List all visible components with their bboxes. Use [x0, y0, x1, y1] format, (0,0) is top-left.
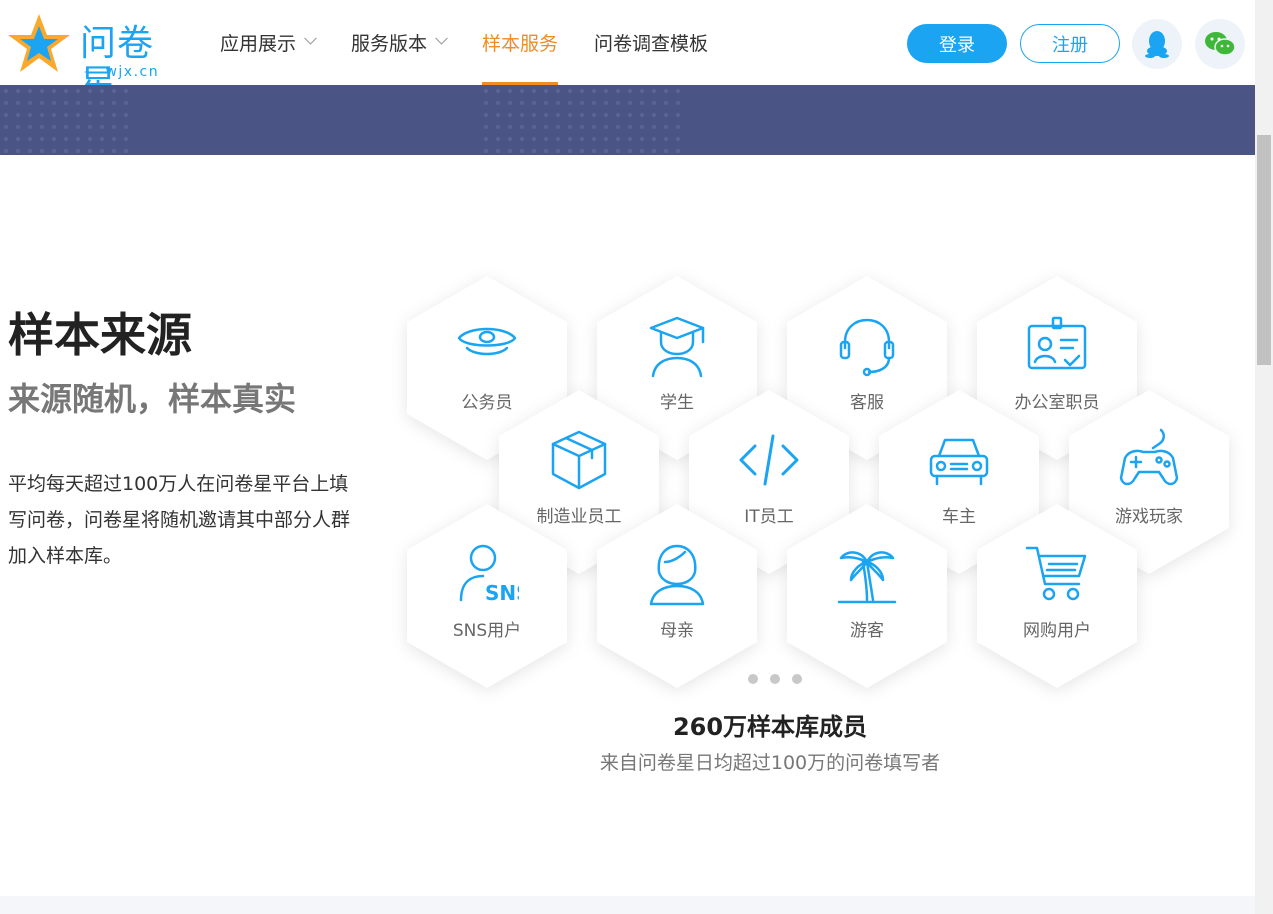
carousel-indicator — [748, 674, 802, 684]
login-button[interactable]: 登录 — [907, 24, 1007, 63]
site-header: 问卷星 — wjx.cn — 应用展示 服务版本 样本服务 问卷调查模板 登录 … — [0, 0, 1255, 104]
box-icon — [551, 430, 607, 490]
nav-item-apps[interactable]: 应用展示 — [220, 0, 317, 85]
carousel-dot[interactable] — [748, 674, 758, 684]
stat-subtitle: 来自问卷星日均超过100万的问卷填写者 — [599, 752, 941, 774]
nav-item-plans[interactable]: 服务版本 — [351, 0, 448, 85]
banner-pattern — [0, 85, 680, 155]
carousel-dot[interactable] — [770, 674, 780, 684]
qq-icon — [1145, 31, 1169, 58]
hero-banner — [0, 85, 1255, 155]
stat-title: 260万样本库成员 — [672, 713, 868, 741]
page: 问卷星 — wjx.cn — 应用展示 服务版本 样本服务 问卷调查模板 登录 … — [0, 0, 1273, 914]
mother-icon — [649, 544, 705, 606]
section-description: 平均每天超过100万人在问卷星平台上填写问卷，问卷星将随机邀请其中部分人群加入样… — [8, 473, 351, 567]
id-card-icon — [1027, 316, 1087, 370]
cart-icon — [1025, 546, 1087, 601]
hex-label: 游客 — [850, 621, 884, 641]
hex-label: 母亲 — [660, 621, 694, 641]
nav-item-sample-service[interactable]: 样本服务 — [482, 0, 559, 85]
hex-card-tourist: 游客 — [787, 504, 947, 688]
graduate-icon — [649, 316, 705, 378]
wechat-button[interactable] — [1195, 19, 1245, 69]
next-section-band — [0, 896, 1255, 914]
main-nav: 应用展示 服务版本 样本服务 问卷调查模板 — [220, 0, 744, 85]
officer-cap-icon — [457, 327, 517, 356]
section-subtitle: 来源随机，样本真实 — [8, 380, 297, 418]
car-icon — [929, 438, 989, 486]
hex-label: SNS用户 — [452, 621, 522, 641]
gamepad-icon — [1119, 428, 1179, 486]
code-icon — [739, 434, 799, 486]
hex-label: 网购用户 — [1023, 621, 1091, 641]
wechat-icon — [1205, 32, 1235, 56]
chevron-down-icon — [435, 31, 448, 45]
section-title: 样本来源 — [8, 308, 192, 362]
logo[interactable]: 问卷星 — wjx.cn — — [6, 12, 176, 104]
hex-card-online-shopper: 网购用户 — [977, 504, 1137, 688]
sns-user-icon: SNS — [459, 544, 519, 605]
star-logo-icon — [8, 14, 70, 72]
carousel-dot[interactable] — [792, 674, 802, 684]
page-scrollbar[interactable] — [1255, 0, 1273, 914]
palm-tree-icon — [837, 551, 897, 604]
register-button[interactable]: 注册 — [1020, 24, 1120, 63]
chevron-down-icon — [304, 31, 317, 45]
headset-icon — [839, 318, 895, 377]
nav-item-templates[interactable]: 问卷调查模板 — [594, 0, 708, 85]
hex-card-mother: 母亲 — [597, 504, 757, 688]
svg-text:SNS: SNS — [485, 581, 519, 605]
scrollbar-thumb[interactable] — [1257, 135, 1271, 365]
hex-card-sns-user: SNS SNS用户 — [407, 504, 567, 688]
qq-button[interactable] — [1132, 19, 1182, 69]
